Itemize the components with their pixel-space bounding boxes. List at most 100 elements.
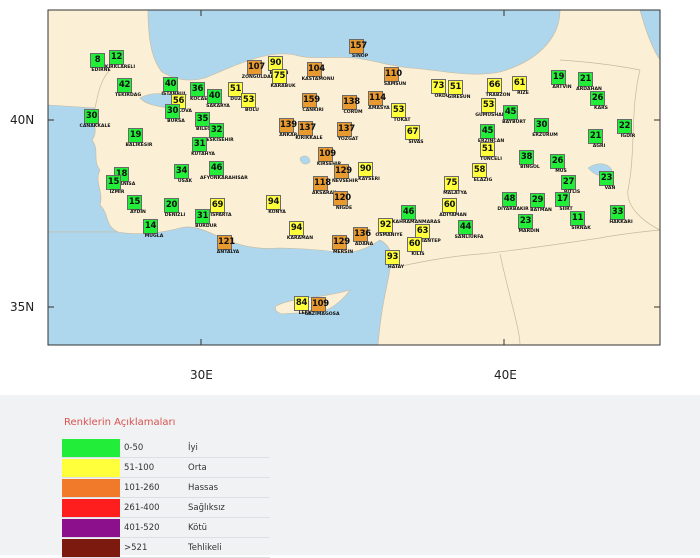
legend-label: İyi	[188, 438, 270, 458]
station-marker[interactable]: 34 USAK	[165, 164, 205, 190]
station-city-label: CANAKKALE	[79, 124, 111, 129]
station-value: 15	[106, 175, 121, 190]
station-marker[interactable]: 157 SINOP	[340, 39, 380, 65]
station-marker[interactable]: 30 ERZURUM	[525, 118, 565, 144]
station-value: 138	[342, 95, 360, 110]
station-marker[interactable]: 104 KASTAMONU	[298, 62, 338, 88]
station-city-label: YOZGAT	[337, 137, 359, 142]
station-marker[interactable]: 159 CANKIRI	[293, 93, 333, 119]
station-value: 32	[209, 123, 224, 138]
station-marker[interactable]: 110 SAMSUN	[375, 67, 415, 93]
station-marker[interactable]: 31 BURDUR	[186, 209, 226, 235]
station-marker[interactable]: 75 KARABUK	[263, 69, 303, 95]
station-marker[interactable]: 94 KARAMAN	[280, 221, 320, 247]
station-marker[interactable]: 12 KIRKLARELI	[100, 50, 140, 76]
station-city-label: SIVAS	[408, 140, 424, 145]
station-value: 120	[333, 191, 351, 206]
station-city-label: TEKIRDAG	[114, 93, 142, 98]
station-value: 137	[337, 122, 355, 137]
station-value: 42	[117, 78, 132, 93]
station-value: 29	[530, 193, 545, 208]
legend-swatch	[62, 497, 122, 518]
station-value: 53	[391, 103, 406, 118]
station-value: 92	[378, 218, 393, 233]
station-value: 51	[480, 142, 495, 157]
station-marker[interactable]: 30 CANAKKALE	[75, 109, 115, 135]
station-marker[interactable]: 22 IGDIR	[608, 119, 648, 145]
legend-label: Hassas	[188, 477, 270, 498]
station-marker[interactable]: 23 VAN	[590, 171, 630, 197]
station-value: 109	[311, 297, 329, 312]
station-city-label: KASTAMONU	[301, 77, 335, 82]
station-marker[interactable]: 15 AYDIN	[118, 195, 158, 221]
station-marker[interactable]: 26 KARS	[581, 91, 621, 117]
station-marker[interactable]: 137 KIRIKKALE	[289, 121, 329, 147]
station-marker[interactable]: 53 BOLU	[232, 93, 272, 119]
legend-row: 0-50 İyi	[62, 438, 270, 458]
station-value: 90	[358, 162, 373, 177]
station-value: 12	[109, 50, 124, 65]
station-marker[interactable]: 90 KAYSERI	[349, 162, 389, 188]
station-marker[interactable]: 19 BALIKESIR	[119, 128, 159, 154]
station-value: 20	[164, 198, 179, 213]
station-marker[interactable]: 120 NIGDE	[324, 191, 364, 217]
station-city-label: HAKKARI	[609, 220, 633, 225]
station-marker[interactable]: 23 MARDIN	[509, 214, 549, 240]
station-marker[interactable]: 46 AFYONKARAHISAR	[200, 161, 248, 187]
air-quality-map: 40N 35N 30E 40E 8 EDIRNE 12 KIRKLARELI 42 TEK…	[0, 0, 700, 395]
station-marker[interactable]: 11 SIRNAK	[561, 211, 601, 237]
legend-panel: Renklerin Açıklamaları 0-50 İyi 51-100 Orta…	[0, 395, 700, 558]
legend-row: 51-100 Orta	[62, 457, 270, 478]
station-value: 121	[217, 235, 235, 250]
station-city-label: KAYSERI	[358, 177, 380, 182]
station-city-label: KIRIKKALE	[295, 136, 323, 141]
station-city-label: ADIYAMAN	[439, 213, 467, 218]
station-marker[interactable]: 137 YOZGAT	[328, 122, 368, 148]
station-value: 157	[349, 39, 367, 54]
station-marker[interactable]: 33 HAKKARI	[601, 205, 641, 231]
station-value: 11	[570, 211, 585, 226]
station-marker[interactable]: 31 KUTAHYA	[183, 137, 223, 163]
station-city-label: BALIKESIR	[125, 143, 153, 148]
legend-range: 0-50	[122, 438, 188, 458]
station-value: 22	[617, 119, 632, 134]
station-value: 51	[448, 80, 463, 95]
station-city-label: BOLU	[245, 108, 259, 113]
station-value: 60	[442, 198, 457, 213]
station-value: 93	[385, 250, 400, 265]
station-marker[interactable]: 109 GAZIMAGOSA	[302, 297, 342, 323]
station-value: 33	[610, 205, 625, 220]
legend-range: 101-260	[122, 477, 188, 498]
station-marker[interactable]: 44 SANLIURFA	[449, 220, 489, 246]
station-city-label: MUGLA	[144, 234, 164, 239]
station-city-label: SAMSUN	[383, 82, 407, 87]
station-city-label: MALATYA	[443, 191, 467, 196]
station-marker[interactable]: 67 SIVAS	[396, 125, 436, 151]
legend-range: 261-400	[122, 497, 188, 518]
station-city-label: AFYONKARAHISAR	[200, 176, 248, 181]
station-marker[interactable]: 121 ANTALYA	[208, 235, 248, 261]
station-value: 67	[405, 125, 420, 140]
station-marker[interactable]: 42 TEKIRDAG	[108, 78, 148, 104]
legend-label: Kötü	[188, 517, 270, 538]
station-value: 118	[313, 176, 331, 191]
station-city-label: NIGDE	[335, 206, 353, 211]
station-city-label: KIRKLARELI	[104, 65, 136, 70]
station-marker[interactable]: 58 ELAZIG	[463, 163, 503, 189]
station-value: 21	[578, 72, 593, 87]
station-value: 26	[550, 154, 565, 169]
station-city-label: KARS	[594, 106, 608, 111]
station-value: 31	[192, 137, 207, 152]
station-value: 114	[368, 91, 386, 106]
station-city-label: VAN	[604, 186, 616, 191]
station-marker[interactable]: 94 KONYA	[257, 195, 297, 221]
station-city-label: TOKAT	[393, 118, 411, 123]
station-value: 94	[266, 195, 281, 210]
station-value: 94	[289, 221, 304, 236]
station-city-label: HATAY	[387, 265, 405, 270]
station-city-label: USAK	[177, 179, 193, 184]
station-marker[interactable]: 93 HATAY	[376, 250, 416, 276]
station-city-label: KUTAHYA	[191, 152, 215, 157]
station-value: 34	[174, 164, 189, 179]
legend-range: 51-100	[122, 457, 188, 478]
